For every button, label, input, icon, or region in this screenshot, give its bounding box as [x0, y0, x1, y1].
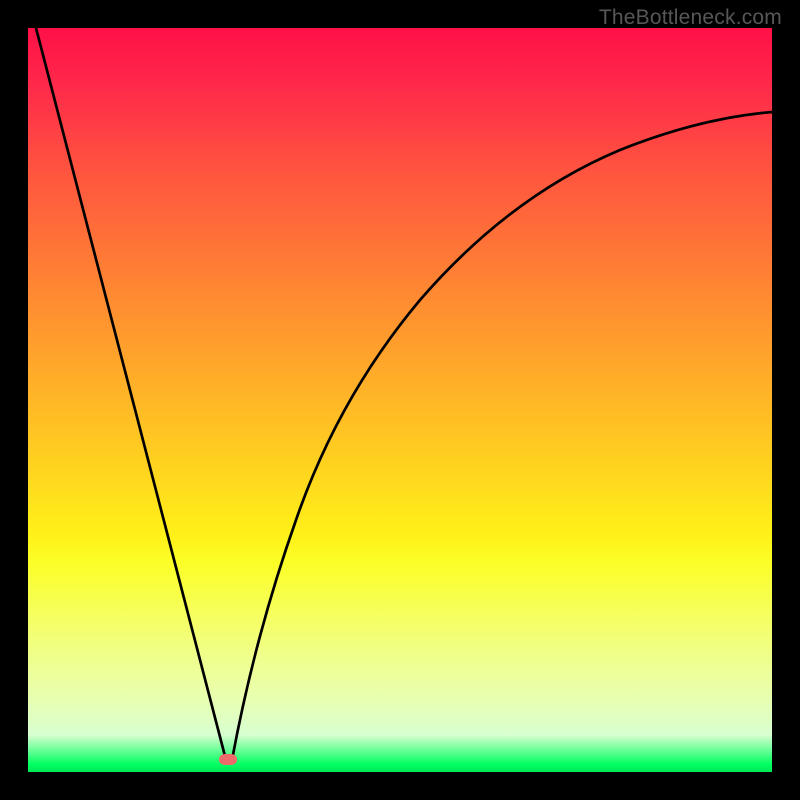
chart-frame: TheBottleneck.com: [0, 0, 800, 800]
watermark-text: TheBottleneck.com: [599, 6, 782, 30]
gradient-plot-area: [28, 28, 772, 772]
minimum-marker-icon: [219, 754, 237, 765]
